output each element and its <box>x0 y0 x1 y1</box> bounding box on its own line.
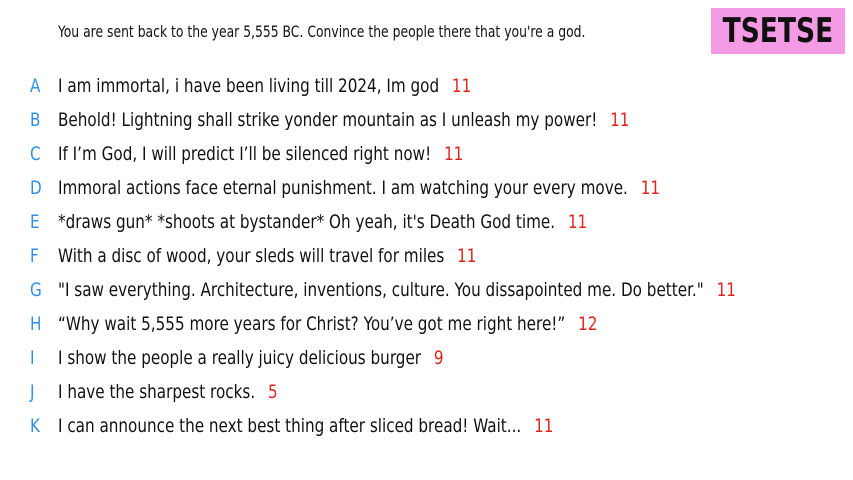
answer-row-e: E *draws gun* *shoots at bystander* Oh y… <box>0 206 853 240</box>
answer-text: If I’m God, I will predict I’ll be silen… <box>58 143 432 165</box>
answer-letter: E <box>30 211 40 233</box>
vote-count: 11 <box>534 415 554 437</box>
answer-letter: B <box>30 109 41 131</box>
answer-text: *draws gun* *shoots at bystander* Oh yea… <box>58 211 556 233</box>
answer-row-j: J I have the sharpest rocks. 5 <box>0 376 853 410</box>
answer-row-h: H “Why wait 5,555 more years for Christ?… <box>0 308 853 342</box>
answer-row-c: C If I’m God, I will predict I’ll be sil… <box>0 138 853 172</box>
vote-count: 11 <box>443 143 464 165</box>
answer-row-k: K I can announce the next best thing aft… <box>0 410 853 444</box>
answer-text: I show the people a really juicy delicio… <box>58 347 422 369</box>
vote-count: 11 <box>716 279 736 301</box>
vote-count: 11 <box>567 211 588 233</box>
question-prompt: You are sent back to the year 5,555 BC. … <box>58 22 586 41</box>
answer-text: I can announce the next best thing after… <box>58 415 522 437</box>
answer-text: Immoral actions face eternal punishment.… <box>58 177 628 199</box>
answer-letter: J <box>30 381 35 403</box>
answer-letter: G <box>30 279 42 301</box>
answer-row-a: A I am immortal, i have been living till… <box>0 70 853 104</box>
vote-count: 5 <box>267 381 278 403</box>
vote-count: 11 <box>640 177 661 199</box>
vote-count: 9 <box>433 347 444 369</box>
answer-row-i: I I show the people a really juicy delic… <box>0 342 853 376</box>
answer-letter: H <box>30 313 42 335</box>
answer-text: "I saw everything. Architecture, inventi… <box>58 279 704 301</box>
answer-row-f: F With a disc of wood, your sleds will t… <box>0 240 853 274</box>
player-badge: TSETSE <box>711 8 845 54</box>
answer-letter: C <box>30 143 41 165</box>
answer-text: I am immortal, i have been living till 2… <box>58 75 440 97</box>
answer-letter: A <box>30 75 41 97</box>
vote-count: 11 <box>610 109 630 131</box>
answer-text: “Why wait 5,555 more years for Christ? Y… <box>58 313 566 335</box>
answer-text: With a disc of wood, your sleds will tra… <box>58 245 445 267</box>
answer-letter: F <box>30 245 39 267</box>
answer-letter: K <box>30 415 40 437</box>
vote-count: 11 <box>451 75 472 97</box>
answer-text: I have the sharpest rocks. <box>58 381 256 403</box>
vote-count: 11 <box>457 245 477 267</box>
answer-letter: I <box>30 347 35 369</box>
answer-row-d: D Immoral actions face eternal punishmen… <box>0 172 853 206</box>
answer-letter: D <box>30 177 42 199</box>
answer-text: Behold! Lightning shall strike yonder mo… <box>58 109 598 131</box>
player-name: TSETSE <box>722 11 834 51</box>
answer-row-g: G "I saw everything. Architecture, inven… <box>0 274 853 308</box>
vote-count: 12 <box>578 313 598 335</box>
answer-row-b: B Behold! Lightning shall strike yonder … <box>0 104 853 138</box>
